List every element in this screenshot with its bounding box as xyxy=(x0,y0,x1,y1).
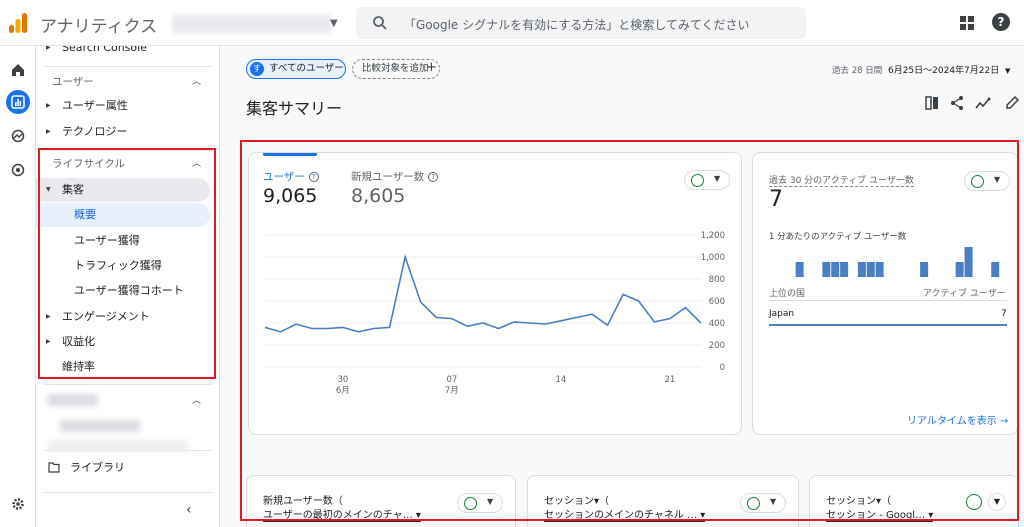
collapse-icon[interactable]: ‹ xyxy=(186,502,192,518)
share-icon[interactable] xyxy=(949,95,965,111)
highlight-box xyxy=(38,148,216,379)
gear-icon[interactable] xyxy=(6,492,30,516)
sidebar-item-search-console[interactable]: ▶ Search Console xyxy=(36,46,219,60)
reports-icon[interactable] xyxy=(6,90,30,114)
sidebar-item-library[interactable]: ライブラリ xyxy=(36,456,219,480)
divider xyxy=(44,66,212,67)
icon-rail xyxy=(0,46,36,527)
edit-icon[interactable] xyxy=(1004,95,1020,111)
advertising-icon[interactable] xyxy=(6,158,30,182)
property-selector[interactable] xyxy=(172,15,332,33)
help-icon[interactable]: ? xyxy=(992,13,1010,31)
home-icon[interactable] xyxy=(6,58,30,82)
all-users-chip[interactable]: す すべてのユーザー xyxy=(246,59,346,79)
folder-icon xyxy=(48,462,60,473)
users-avatar: す xyxy=(250,62,264,76)
analytics-logo-icon[interactable] xyxy=(8,12,28,34)
top-bar: アナリティクス ▼ 「Google シグナルを有効にする方法」と検索してみてくだ… xyxy=(0,0,1024,46)
search-bar[interactable]: 「Google シグナルを有効にする方法」と検索してみてください xyxy=(356,7,806,39)
chevron-down-icon[interactable]: ▼ xyxy=(330,18,338,29)
chevron-down-icon: ▼ xyxy=(1004,67,1011,75)
explore-icon[interactable] xyxy=(6,124,30,148)
apps-grid-icon[interactable] xyxy=(960,16,974,30)
insights-icon[interactable] xyxy=(975,95,991,111)
chevron-up-icon: ︿ xyxy=(192,396,202,406)
date-range-picker[interactable]: 過去 28 日間 6月25日～2024年7月22日 ▼ xyxy=(832,63,1010,76)
app-title: アナリティクス xyxy=(40,17,158,37)
chevron-right-icon: ▶ xyxy=(46,128,51,135)
sidebar-item-user-attributes[interactable]: ▶ ユーザー属性 xyxy=(36,94,219,118)
page-title: 集客サマリー xyxy=(246,99,343,118)
highlight-box xyxy=(240,140,1019,521)
blurred-section xyxy=(60,420,140,432)
search-input[interactable]: 「Google シグナルを有効にする方法」と検索してみてください xyxy=(404,16,750,33)
blurred-section xyxy=(48,440,188,452)
plus-icon: + xyxy=(426,60,437,75)
chevron-right-icon: ▶ xyxy=(46,46,51,51)
divider xyxy=(44,384,212,385)
search-icon xyxy=(373,16,387,30)
section-users[interactable]: ユーザー ︿ xyxy=(36,70,219,94)
chevron-right-icon: ▶ xyxy=(46,102,51,109)
compare-columns-icon[interactable] xyxy=(924,95,940,111)
blurred-section xyxy=(48,394,98,406)
chevron-up-icon: ︿ xyxy=(192,77,202,87)
divider xyxy=(44,492,212,493)
sidebar-item-technology[interactable]: ▶ テクノロジー xyxy=(36,120,219,144)
add-comparison-button[interactable]: 比較対象を追加 + xyxy=(352,59,440,79)
